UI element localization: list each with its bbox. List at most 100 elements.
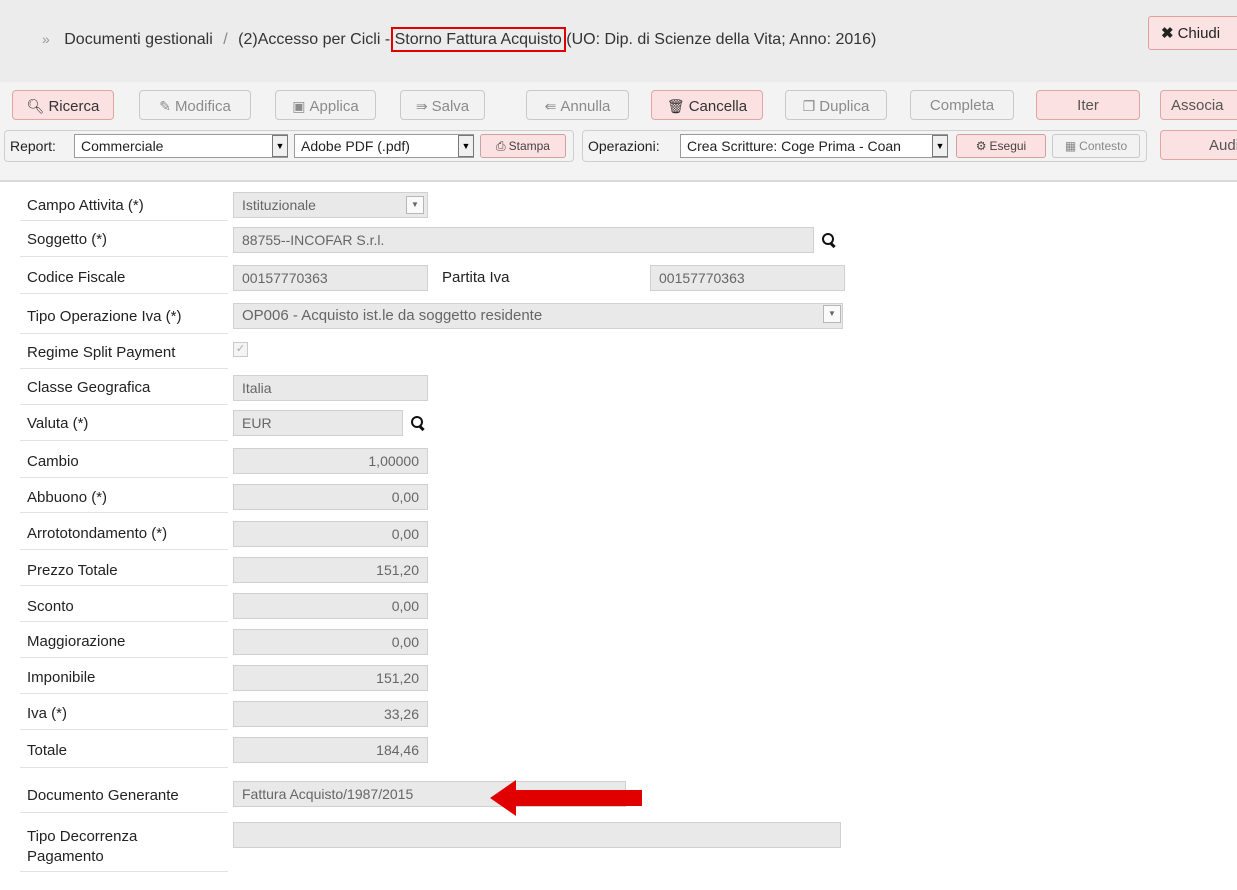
completa-label: Completa (929, 97, 995, 114)
arrotondamento-field[interactable]: 0,00 (233, 521, 428, 547)
header-bar: » Documenti gestionali / (2)Accesso per … (0, 0, 1237, 83)
completa-button[interactable]: Completa (910, 90, 1014, 120)
breadcrumb-context: (UO: Dip. di Scienze della Vita; Anno: 2… (566, 31, 877, 48)
partita-iva-label: Partita Iva (442, 269, 510, 286)
row-divider (20, 657, 228, 658)
partita-iva-field[interactable]: 00157770363 (650, 265, 845, 291)
row-divider (20, 220, 228, 221)
operazioni-dropdown-icon[interactable]: ▼ (932, 135, 948, 157)
modifica-label: Modifica (174, 98, 231, 115)
iter-label: Iter (1077, 97, 1099, 114)
search-icon[interactable] (411, 416, 425, 432)
salva-button[interactable]: ⇛ Salva (400, 90, 485, 120)
report-dropdown-icon[interactable]: ▼ (272, 135, 288, 157)
valuta-label: Valuta (*) (27, 415, 89, 432)
arrotondamento-label: Arrototondamento (*) (27, 525, 168, 542)
sconto-field[interactable]: 0,00 (233, 593, 428, 619)
breadcrumb-chevron: » (42, 31, 50, 47)
row-divider (20, 729, 228, 730)
search-icon[interactable] (822, 233, 836, 249)
breadcrumb: » Documenti gestionali / (2)Accesso per … (42, 27, 877, 52)
audit-button[interactable]: Audit (1160, 130, 1237, 160)
report-select[interactable]: Commerciale (74, 134, 288, 158)
report-label: Report: (10, 138, 56, 154)
imponibile-field[interactable]: 151,20 (233, 665, 428, 691)
contesto-button[interactable]: ▦ Contesto (1052, 134, 1140, 158)
chevron-down-icon[interactable]: ▼ (823, 305, 841, 323)
soggetto-field[interactable]: 88755--INCOFAR S.r.l. (233, 227, 814, 253)
cambio-label: Cambio (27, 453, 79, 470)
tipo-decorrenza-field[interactable] (233, 822, 841, 848)
duplica-button[interactable]: ❐ Duplica (785, 90, 887, 120)
annulla-button[interactable]: ⇚ Annulla (526, 90, 629, 120)
stampa-label: Stampa (508, 139, 550, 153)
esegui-button[interactable]: ⚙ Esegui (956, 134, 1046, 158)
campo-attivita-label: Campo Attivita (*) (27, 197, 144, 214)
trash-icon: 🗑︎ (666, 98, 685, 114)
codice-fiscale-label: Codice Fiscale (27, 269, 126, 286)
iva-label: Iva (*) (27, 705, 68, 722)
breadcrumb-documenti-gestionali[interactable]: Documenti gestionali (64, 31, 213, 48)
grid-icon: ▦ (1064, 139, 1077, 153)
row-divider (20, 404, 228, 405)
row-divider (20, 871, 228, 872)
close-icon: ✖ (1161, 25, 1174, 42)
regime-split-label: Regime Split Payment (27, 344, 176, 361)
duplicate-icon: ❐ (802, 98, 816, 114)
applica-label: Applica (309, 98, 359, 115)
tipo-decorrenza-label-line1: Tipo Decorrenza (27, 828, 138, 845)
totale-field[interactable]: 184,46 (233, 737, 428, 763)
close-button[interactable]: ✖ Chiudi (1148, 16, 1237, 50)
search-icon: 🔍︎ (26, 98, 45, 114)
regime-split-checkbox[interactable]: ✓ (233, 342, 248, 357)
operazioni-select[interactable]: Crea Scritture: Coge Prima - Coan (680, 134, 948, 158)
row-divider (20, 440, 228, 441)
row-divider (20, 549, 228, 550)
row-divider (20, 477, 228, 478)
row-divider (20, 621, 228, 622)
associa-button[interactable]: Associa (1160, 90, 1237, 120)
row-divider (20, 812, 228, 813)
printer-icon: ⎙ (496, 139, 506, 153)
operazioni-label: Operazioni: (588, 138, 660, 154)
abbuono-field[interactable]: 0,00 (233, 484, 428, 510)
toolbar: 🔍︎ Ricerca ✎ Modifica ▣ Applica ⇛ Salva ⇚ Ann… (0, 82, 1237, 182)
iva-field[interactable]: 33,26 (233, 701, 428, 727)
format-select[interactable]: Adobe PDF (.pdf) (294, 134, 474, 158)
prezzo-totale-field[interactable]: 151,20 (233, 557, 428, 583)
stampa-button[interactable]: ⎙ Stampa (480, 134, 566, 158)
audit-label: Audit (1209, 137, 1237, 154)
ricerca-label: Ricerca (48, 98, 100, 115)
duplica-label: Duplica (819, 98, 870, 115)
campo-attivita-select[interactable]: Istituzionale (233, 192, 428, 218)
soggetto-label: Soggetto (*) (27, 231, 108, 248)
floppy-icon: ▣ (292, 98, 306, 114)
applica-button[interactable]: ▣ Applica (275, 90, 376, 120)
valuta-field[interactable]: EUR (233, 410, 403, 436)
undo-icon: ⇚ (544, 98, 557, 114)
maggiorazione-field[interactable]: 0,00 (233, 629, 428, 655)
row-divider (20, 368, 228, 369)
maggiorazione-label: Maggiorazione (27, 633, 126, 650)
row-divider (20, 256, 228, 257)
iter-button[interactable]: Iter (1036, 90, 1140, 120)
associa-label: Associa (1171, 97, 1224, 114)
row-divider (20, 293, 228, 294)
row-divider (20, 585, 228, 586)
row-divider (20, 767, 228, 768)
codice-fiscale-field[interactable]: 00157770363 (233, 265, 428, 291)
breadcrumb-separator: / (223, 31, 228, 48)
tipo-operazione-select[interactable]: OP006 - Acquisto ist.le da soggetto resi… (233, 303, 843, 329)
row-divider (20, 512, 228, 513)
pencil-icon: ✎ (159, 98, 171, 114)
modifica-button[interactable]: ✎ Modifica (139, 90, 251, 120)
chevron-down-icon[interactable]: ▼ (406, 196, 424, 214)
contesto-label: Contesto (1079, 139, 1128, 153)
cancella-button[interactable]: 🗑︎ Cancella (651, 90, 763, 120)
row-divider (20, 693, 228, 694)
ricerca-button[interactable]: 🔍︎ Ricerca (12, 90, 114, 120)
format-dropdown-icon[interactable]: ▼ (458, 135, 474, 157)
cambio-field[interactable]: 1,00000 (233, 448, 428, 474)
classe-geografica-field[interactable]: Italia (233, 375, 428, 401)
esegui-label: Esegui (989, 139, 1027, 153)
